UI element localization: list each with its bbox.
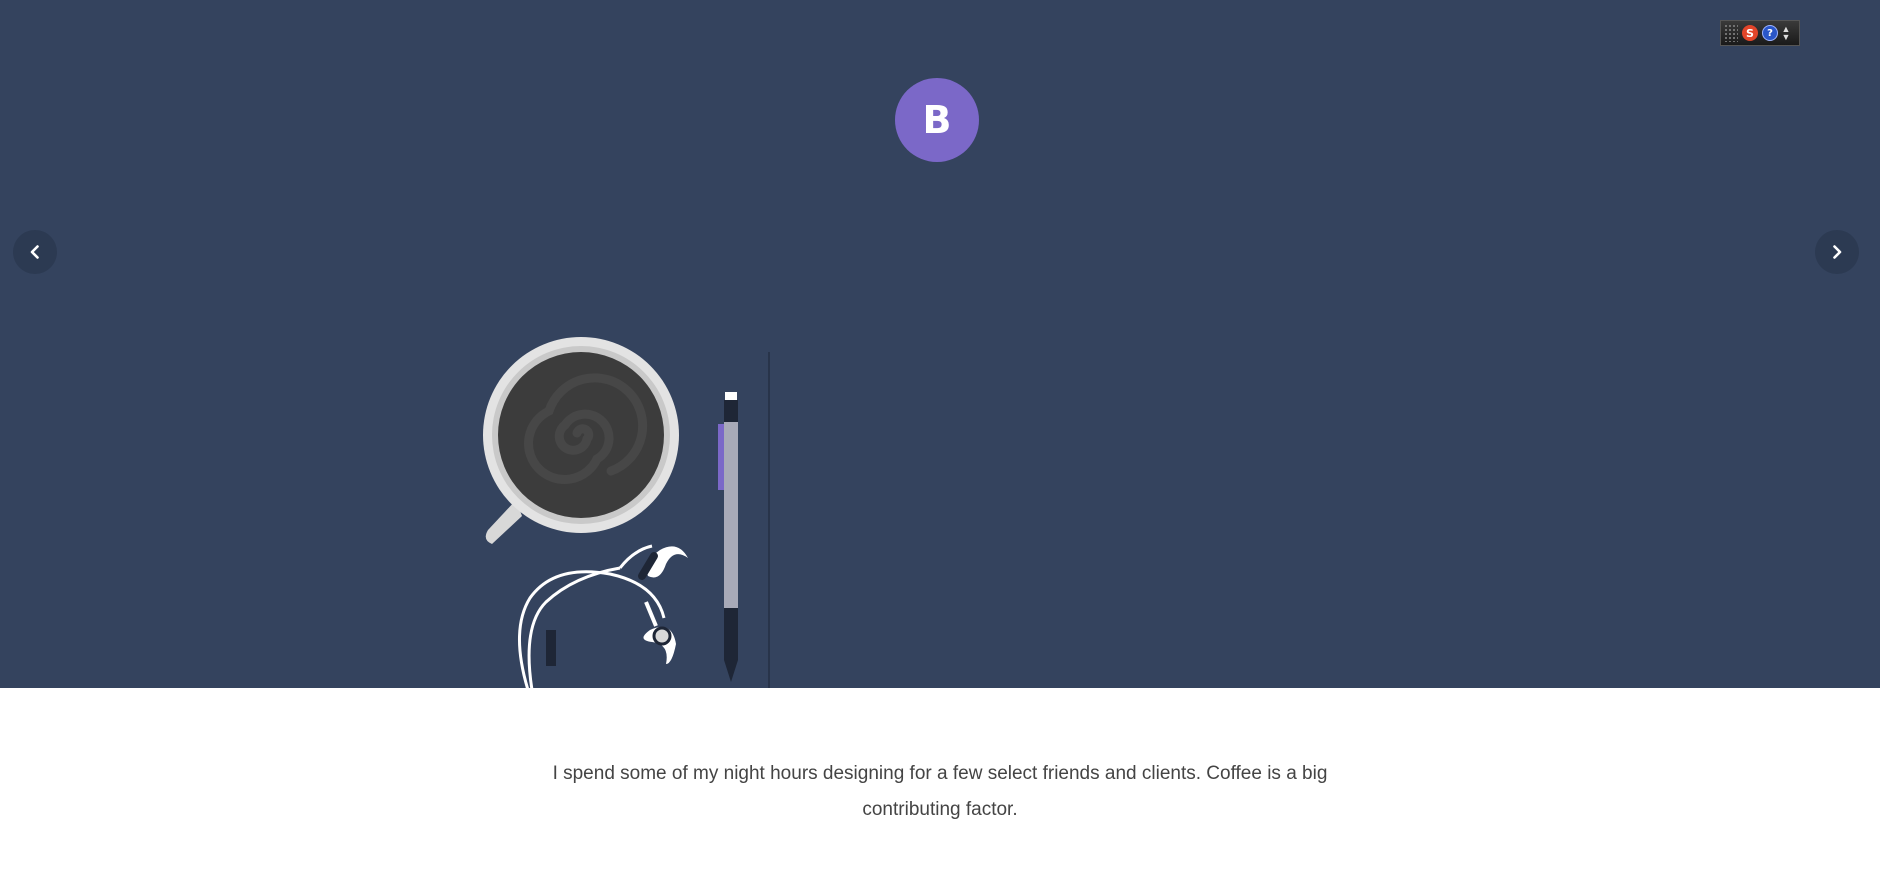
next-slide-button[interactable]: [1815, 230, 1859, 274]
coffee-cup-icon: [483, 337, 679, 544]
pencil-icon: [718, 392, 738, 682]
intro-caption: I spend some of my night hours designing…: [552, 763, 1328, 820]
desk-illustration: [483, 337, 770, 688]
grip-icon[interactable]: [1724, 24, 1738, 42]
hero-section: S ? ▲ ▼ B: [0, 0, 1880, 688]
help-icon[interactable]: ?: [1762, 25, 1778, 41]
chevron-left-icon: [30, 245, 39, 259]
chevron-right-icon: [1833, 245, 1842, 259]
previous-slide-button[interactable]: [13, 230, 57, 274]
toolbar-menu-arrow-icon[interactable]: ▲ ▼: [1782, 25, 1791, 42]
logo-avatar[interactable]: B: [895, 78, 979, 162]
s-logo-icon[interactable]: S: [1742, 25, 1758, 41]
browser-toolbar-widget[interactable]: S ? ▲ ▼: [1720, 20, 1800, 46]
earphones-icon: [518, 544, 688, 688]
